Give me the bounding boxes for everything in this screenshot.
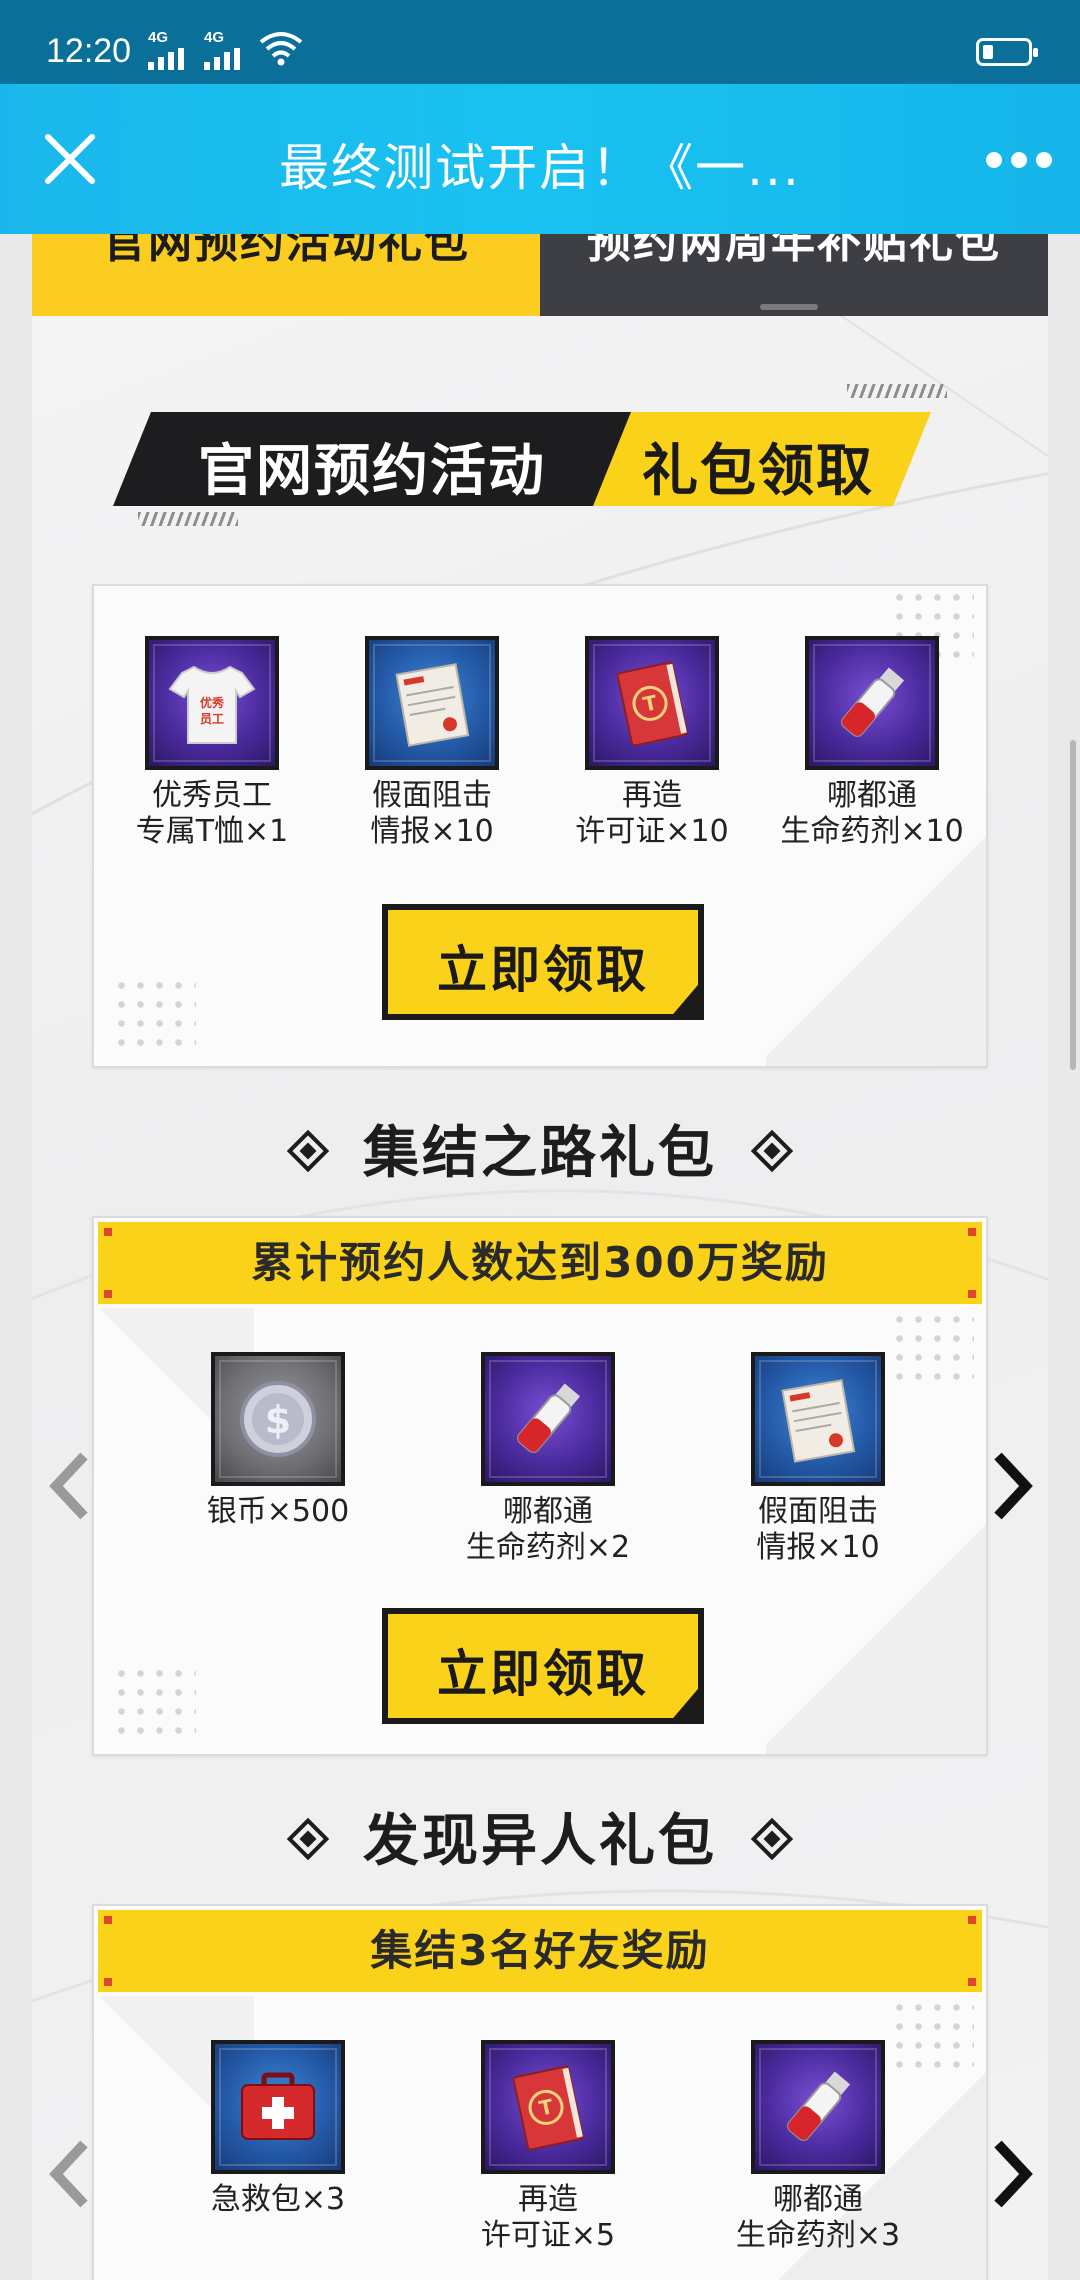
potion-vial-icon bbox=[751, 2040, 885, 2174]
reward-item[interactable]: T 再造 许可证×10 bbox=[542, 636, 762, 850]
reward-name: 急救包×3 bbox=[210, 2182, 346, 2217]
svg-text:$: $ bbox=[265, 1398, 291, 1442]
banner-title-part1: 官网预约活动 bbox=[198, 439, 546, 504]
section-title-text: 集结之路礼包 bbox=[363, 1121, 717, 1186]
tab-indicator bbox=[760, 304, 818, 310]
reward-name: 假面阻击 情报×10 bbox=[756, 1494, 880, 1565]
reward-name: 哪都通 生命药剂×10 bbox=[780, 778, 964, 849]
reward-name: 银币×500 bbox=[206, 1494, 350, 1529]
svg-text:T: T bbox=[537, 2094, 556, 2120]
signal-icon-2 bbox=[204, 48, 240, 70]
hatch-decoration bbox=[847, 384, 947, 398]
claim-button-label: 立即领取 bbox=[437, 941, 649, 999]
license-book-icon: T bbox=[585, 636, 719, 770]
potion-vial-icon bbox=[805, 636, 939, 770]
status-bar: 12:20 4G 4G bbox=[0, 0, 1080, 84]
first-aid-kit-icon bbox=[211, 2040, 345, 2174]
gift-card-official-reservation: 优秀 员工 优秀员工 专属T恤×1 假面阻击 情报×10 T 再造 许可证×10 … bbox=[92, 584, 988, 1068]
license-book-icon: T bbox=[481, 2040, 615, 2174]
silver-coin-icon: $ bbox=[211, 1352, 345, 1486]
gift-claim-banner: 官网预约活动 礼包领取 bbox=[113, 412, 952, 522]
reward-item[interactable]: 哪都通 生命药剂×3 bbox=[708, 2040, 928, 2254]
next-arrow-icon[interactable] bbox=[982, 2134, 1042, 2214]
title-bar: 最终测试开启！《一... bbox=[0, 84, 1080, 234]
claim-button[interactable]: 立即领取 bbox=[382, 904, 704, 1020]
card-header-text: 累计预约人数达到300万奖励 bbox=[251, 1238, 829, 1287]
reward-name: 优秀员工 专属T恤×1 bbox=[135, 778, 289, 849]
reward-name: 再造 许可证×10 bbox=[575, 778, 729, 849]
reward-item[interactable]: 哪都通 生命药剂×2 bbox=[438, 1352, 658, 1566]
reward-item[interactable]: 假面阻击 情报×10 bbox=[708, 1352, 928, 1566]
page-scrollbar[interactable] bbox=[1070, 740, 1076, 1070]
claim-button-label: 立即领取 bbox=[437, 1645, 649, 1703]
reward-item[interactable]: 优秀员工 优秀员工 专属T恤×1 bbox=[102, 636, 322, 850]
document-icon bbox=[751, 1352, 885, 1486]
diamond-icon bbox=[286, 1129, 330, 1173]
next-arrow-icon[interactable] bbox=[982, 1446, 1042, 1526]
hatch-decoration bbox=[138, 512, 238, 526]
reward-item[interactable]: 哪都通 生命药剂×10 bbox=[762, 636, 982, 850]
svg-text:T: T bbox=[641, 690, 660, 716]
signal-icon bbox=[148, 48, 184, 70]
more-options-icon[interactable] bbox=[986, 152, 1052, 168]
battery-icon bbox=[976, 38, 1038, 66]
diamond-icon bbox=[750, 1817, 794, 1861]
gift-card-discover-aliens: 集结3名好友奖励 急救包×3 T 再造 许可证×5 哪都通 生命药剂×3 bbox=[92, 1904, 988, 2280]
reward-name: 哪都通 生命药剂×3 bbox=[735, 2182, 901, 2253]
potion-vial-icon bbox=[481, 1352, 615, 1486]
reward-item[interactable]: 急救包×3 bbox=[168, 2040, 388, 2218]
section-title-assembly-road: 集结之路礼包 bbox=[32, 1108, 1048, 1189]
section-title-text: 发现异人礼包 bbox=[363, 1809, 717, 1874]
previous-arrow-icon[interactable] bbox=[40, 2134, 100, 2214]
main-panel: 官网预约活动 礼包领取 优秀 员工 优秀员工 专属T恤×1 假面阻击 情报×10 … bbox=[32, 316, 1048, 2280]
card-header-text: 集结3名好友奖励 bbox=[370, 1926, 710, 1975]
reward-name: 再造 许可证×5 bbox=[480, 2182, 616, 2253]
status-time: 12:20 bbox=[46, 32, 132, 70]
gift-card-assembly-road: 累计预约人数达到300万奖励 $ 银币×500 哪都通 生命药剂×2 假面阻击 … bbox=[92, 1216, 988, 1756]
diamond-icon bbox=[286, 1817, 330, 1861]
svg-text:员工: 员工 bbox=[200, 712, 224, 726]
card-header: 累计预约人数达到300万奖励 bbox=[98, 1222, 982, 1304]
svg-text:优秀: 优秀 bbox=[200, 695, 225, 710]
card-header: 集结3名好友奖励 bbox=[98, 1910, 982, 1992]
banner-title-part2: 礼包领取 bbox=[642, 439, 874, 504]
section-title-discover-aliens: 发现异人礼包 bbox=[32, 1796, 1048, 1877]
previous-arrow-icon[interactable] bbox=[40, 1446, 100, 1526]
diamond-icon bbox=[750, 1129, 794, 1173]
network-type-2: 4G bbox=[204, 29, 225, 46]
claim-button[interactable]: 立即领取 bbox=[382, 1608, 704, 1724]
reward-name: 假面阻击 情报×10 bbox=[370, 778, 494, 849]
network-type-1: 4G bbox=[148, 29, 169, 46]
wifi-icon bbox=[259, 32, 303, 66]
reward-name: 哪都通 生命药剂×2 bbox=[465, 1494, 631, 1565]
tshirt-icon: 优秀 员工 bbox=[145, 636, 279, 770]
document-icon bbox=[365, 636, 499, 770]
reward-item[interactable]: 假面阻击 情报×10 bbox=[322, 636, 542, 850]
reward-item[interactable]: T 再造 许可证×5 bbox=[438, 2040, 658, 2254]
page-title: 最终测试开启！《一... bbox=[279, 139, 801, 197]
reward-item[interactable]: $ 银币×500 bbox=[168, 1352, 388, 1530]
